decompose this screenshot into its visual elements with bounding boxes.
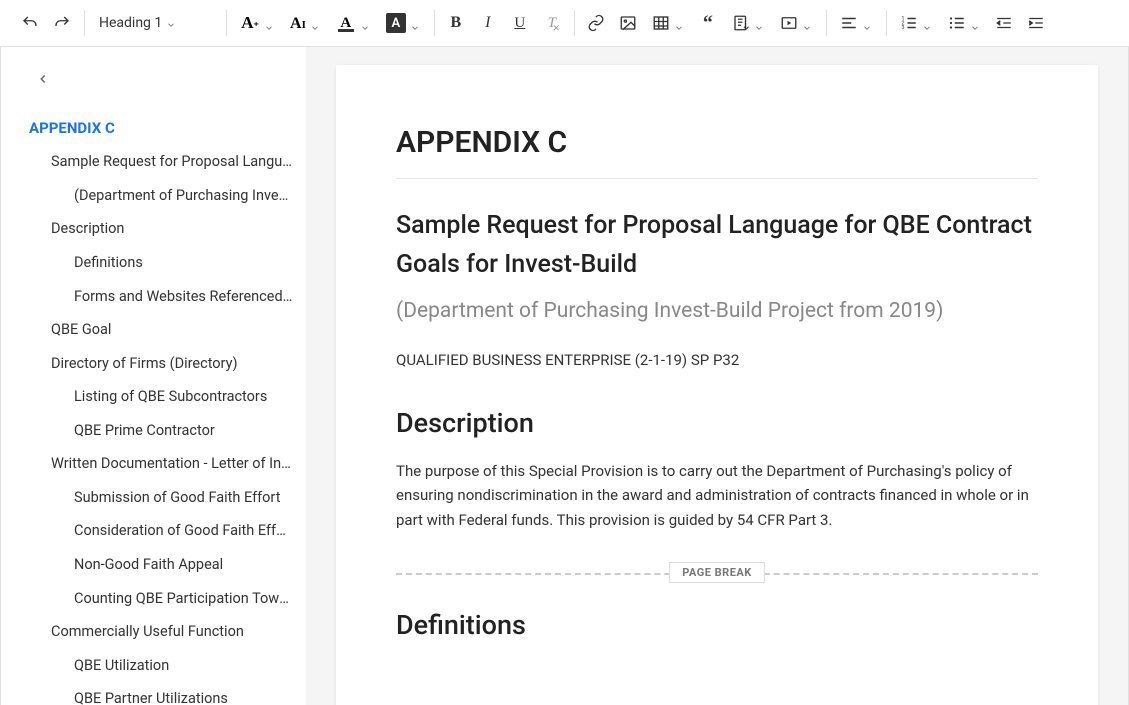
doc-section-title[interactable]: Description — [396, 407, 1038, 439]
insert-special-button[interactable] — [724, 7, 772, 39]
font-size-icon: A⁺ — [240, 13, 260, 33]
highlight-color-icon: A — [386, 13, 406, 33]
media-button[interactable] — [772, 7, 820, 39]
outline-item[interactable]: Definitions — [19, 246, 294, 280]
doc-heading-1[interactable]: APPENDIX C — [396, 125, 1038, 179]
image-button[interactable] — [612, 7, 644, 39]
outline-item[interactable]: QBE Utilization — [19, 649, 294, 683]
bullet-list-button[interactable] — [940, 7, 988, 39]
doc-paragraph[interactable]: The purpose of this Special Provision is… — [396, 459, 1038, 533]
chevron-down-icon — [410, 18, 420, 28]
outline-item[interactable]: Commercially Useful Function — [19, 615, 294, 649]
svg-text:3: 3 — [901, 25, 904, 31]
outline-item[interactable]: Consideration of Good Faith Effort — [19, 514, 294, 548]
doc-meta-line[interactable]: QUALIFIED BUSINESS ENTERPRISE (2-1-19) S… — [396, 351, 1038, 369]
font-family-button[interactable]: AI — [282, 7, 328, 39]
chevron-down-icon — [970, 18, 980, 28]
outline-item[interactable]: Forms and Websites Referenced in this Pr… — [19, 280, 294, 314]
outline-item[interactable]: (Department of Purchasing Invest-Build P… — [19, 179, 294, 213]
chevron-down-icon — [922, 18, 932, 28]
clear-formatting-button[interactable]: T✕ — [536, 7, 568, 39]
underline-button[interactable]: U — [504, 7, 536, 39]
chevron-down-icon — [754, 18, 764, 28]
paragraph-style-label: Heading 1 — [99, 15, 162, 31]
chevron-down-icon — [166, 18, 176, 28]
page-break: PAGE BREAK — [396, 557, 1038, 589]
toolbar: Heading 1 A⁺ AI A A B I — [0, 0, 1129, 47]
redo-button[interactable] — [46, 7, 78, 39]
outline-item[interactable]: Description — [19, 212, 294, 246]
numbered-list-button[interactable]: 123 — [892, 7, 940, 39]
chevron-down-icon — [264, 18, 274, 28]
indent-increase-button[interactable] — [1020, 7, 1052, 39]
align-button[interactable] — [832, 7, 880, 39]
page-break-label: PAGE BREAK — [669, 562, 765, 583]
chevron-down-icon — [802, 18, 812, 28]
blockquote-button[interactable]: “ — [692, 7, 724, 39]
chevron-down-icon — [674, 18, 684, 28]
outline-item[interactable]: Submission of Good Faith Effort — [19, 481, 294, 515]
paragraph-style-select[interactable]: Heading 1 — [90, 7, 220, 39]
outline-item[interactable]: Non-Good Faith Appeal — [19, 548, 294, 582]
doc-heading-3[interactable]: (Department of Purchasing Invest-Build P… — [396, 299, 1038, 323]
document-page[interactable]: APPENDIX C Sample Request for Proposal L… — [336, 65, 1098, 705]
outline-sidebar: APPENDIX CSample Request for Proposal La… — [1, 47, 306, 705]
link-button[interactable] — [580, 7, 612, 39]
indent-decrease-button[interactable] — [988, 7, 1020, 39]
chevron-down-icon — [310, 18, 320, 28]
undo-button[interactable] — [14, 7, 46, 39]
font-family-icon: AI — [290, 13, 306, 33]
doc-heading-2[interactable]: Sample Request for Proposal Language for… — [396, 207, 1038, 285]
font-size-button[interactable]: A⁺ — [232, 7, 282, 39]
chevron-down-icon — [862, 18, 872, 28]
doc-section-title[interactable]: Definitions — [396, 609, 1038, 641]
outline-item[interactable]: QBE Goal — [19, 313, 294, 347]
font-color-button[interactable]: A — [328, 7, 378, 39]
table-button[interactable] — [644, 7, 692, 39]
highlight-color-button[interactable]: A — [378, 7, 428, 39]
chevron-down-icon — [360, 18, 370, 28]
outline-item[interactable]: Written Documentation - Letter of Intent — [19, 447, 294, 481]
outline-item[interactable]: Counting QBE Participation Toward Goals — [19, 582, 294, 616]
outline-item[interactable]: QBE Prime Contractor — [19, 414, 294, 448]
outline-item[interactable]: APPENDIX C — [19, 111, 294, 145]
outline-item[interactable]: Directory of Firms (Directory) — [19, 347, 294, 381]
collapse-sidebar-button[interactable] — [29, 65, 57, 93]
italic-button[interactable]: I — [472, 7, 504, 39]
editor-canvas[interactable]: APPENDIX C Sample Request for Proposal L… — [306, 47, 1128, 705]
outline-item[interactable]: Listing of QBE Subcontractors — [19, 380, 294, 414]
outline-item[interactable]: QBE Partner Utilizations — [19, 682, 294, 705]
bold-button[interactable]: B — [440, 7, 472, 39]
font-color-icon: A — [336, 13, 356, 33]
outline-item[interactable]: Sample Request for Proposal Language for… — [19, 145, 294, 179]
